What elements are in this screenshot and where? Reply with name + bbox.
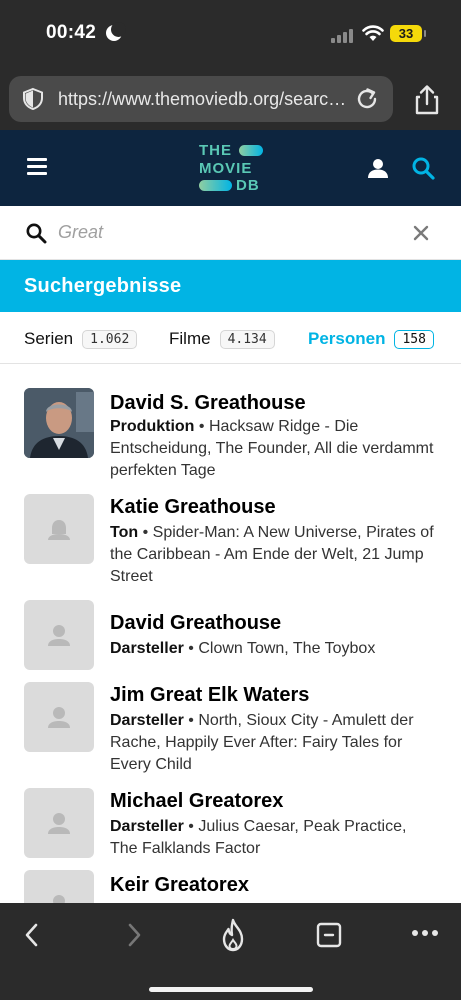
results-title: Suchergebnisse [24, 275, 182, 297]
person-known-for: Darsteller • North, Sioux City - Amulett… [110, 712, 414, 773]
close-icon[interactable] [411, 223, 431, 243]
tab-count: 158 [394, 329, 434, 349]
results-banner: Suchergebnisse [0, 260, 461, 312]
user-placeholder-icon [48, 520, 70, 540]
person-department: Darsteller [110, 712, 184, 729]
known-for-titles: Clown Town, The Toybox [198, 640, 376, 657]
menu-icon[interactable] [27, 158, 47, 176]
flame-icon[interactable] [220, 918, 246, 952]
person-known-for: Darsteller • Clown Town, The Toybox [110, 640, 376, 657]
person-department: Produktion [110, 418, 195, 435]
person-department: Darsteller [110, 818, 184, 835]
status-time: 00:42 [46, 22, 97, 43]
person-name[interactable]: Katie Greathouse [110, 496, 276, 519]
tab-count: 4.134 [219, 329, 275, 349]
profile-placeholder[interactable] [24, 494, 94, 564]
home-indicator[interactable] [149, 987, 313, 992]
profile-placeholder[interactable] [24, 788, 94, 858]
tab-filme[interactable]: Filme 4.134 [169, 328, 275, 350]
tabs-icon[interactable] [316, 922, 342, 948]
share-icon[interactable] [412, 84, 442, 116]
user-placeholder-icon [48, 813, 70, 834]
browser-bottom-bar [0, 903, 461, 1000]
tab-count: 1.062 [82, 329, 138, 349]
site-header: THE MOVIE DB [0, 130, 461, 206]
search-icon [26, 223, 47, 244]
shield-icon[interactable] [21, 87, 45, 111]
person-known-for: Darsteller • Julius Caesar, Peak Practic… [110, 818, 407, 857]
search-input[interactable] [58, 216, 388, 248]
tab-personen[interactable]: Personen 158 [308, 328, 434, 350]
back-icon[interactable] [22, 922, 42, 948]
reload-icon[interactable] [353, 85, 381, 113]
person-department: Darsteller [110, 640, 184, 657]
person-name[interactable]: David Greathouse [110, 612, 281, 635]
signal-icon [331, 27, 355, 43]
moon-icon [106, 22, 126, 41]
person-name[interactable]: David S. Greathouse [110, 392, 306, 415]
profile-photo[interactable] [24, 388, 94, 458]
search-bar [0, 206, 461, 260]
status-bar: 00:42 33 [0, 0, 461, 68]
person-department: Ton [110, 524, 139, 541]
result-tabs: Serien 1.062 Filme 4.134 Personen 158 [0, 312, 461, 364]
person-known-for: Ton • Spider-Man: A New Universe, Pirate… [110, 524, 434, 585]
browser-toolbar: https://www.themoviedb.org/search/person… [0, 68, 461, 130]
tab-label: Personen [308, 329, 386, 348]
tab-serien[interactable]: Serien 1.062 [24, 328, 138, 350]
more-icon[interactable] [411, 929, 439, 937]
person-photo-icon [24, 388, 94, 458]
user-placeholder-icon [48, 707, 70, 728]
url-text[interactable]: https://www.themoviedb.org/search/person… [58, 89, 350, 110]
profile-placeholder[interactable] [24, 682, 94, 752]
forward-icon[interactable] [124, 922, 144, 948]
person-name[interactable]: Michael Greatorex [110, 790, 283, 813]
user-icon[interactable] [367, 157, 389, 179]
user-placeholder-icon [48, 625, 70, 646]
known-for-titles: Spider-Man: A New Universe, Pirates of t… [110, 524, 434, 585]
search-icon[interactable] [411, 156, 435, 180]
tmdb-logo[interactable]: THE MOVIE DB [198, 142, 266, 196]
battery-indicator: 33 [390, 25, 426, 42]
person-name[interactable]: Jim Great Elk Waters [110, 684, 309, 707]
tab-label: Serien [24, 329, 74, 348]
tab-label: Filme [169, 329, 211, 348]
wifi-icon [362, 25, 384, 41]
profile-placeholder[interactable] [24, 600, 94, 670]
person-name[interactable]: Keir Greatorex [110, 874, 249, 897]
address-bar[interactable]: https://www.themoviedb.org/search/person… [9, 76, 393, 122]
person-known-for: Produktion • Hacksaw Ridge - Die Entsche… [110, 418, 434, 479]
